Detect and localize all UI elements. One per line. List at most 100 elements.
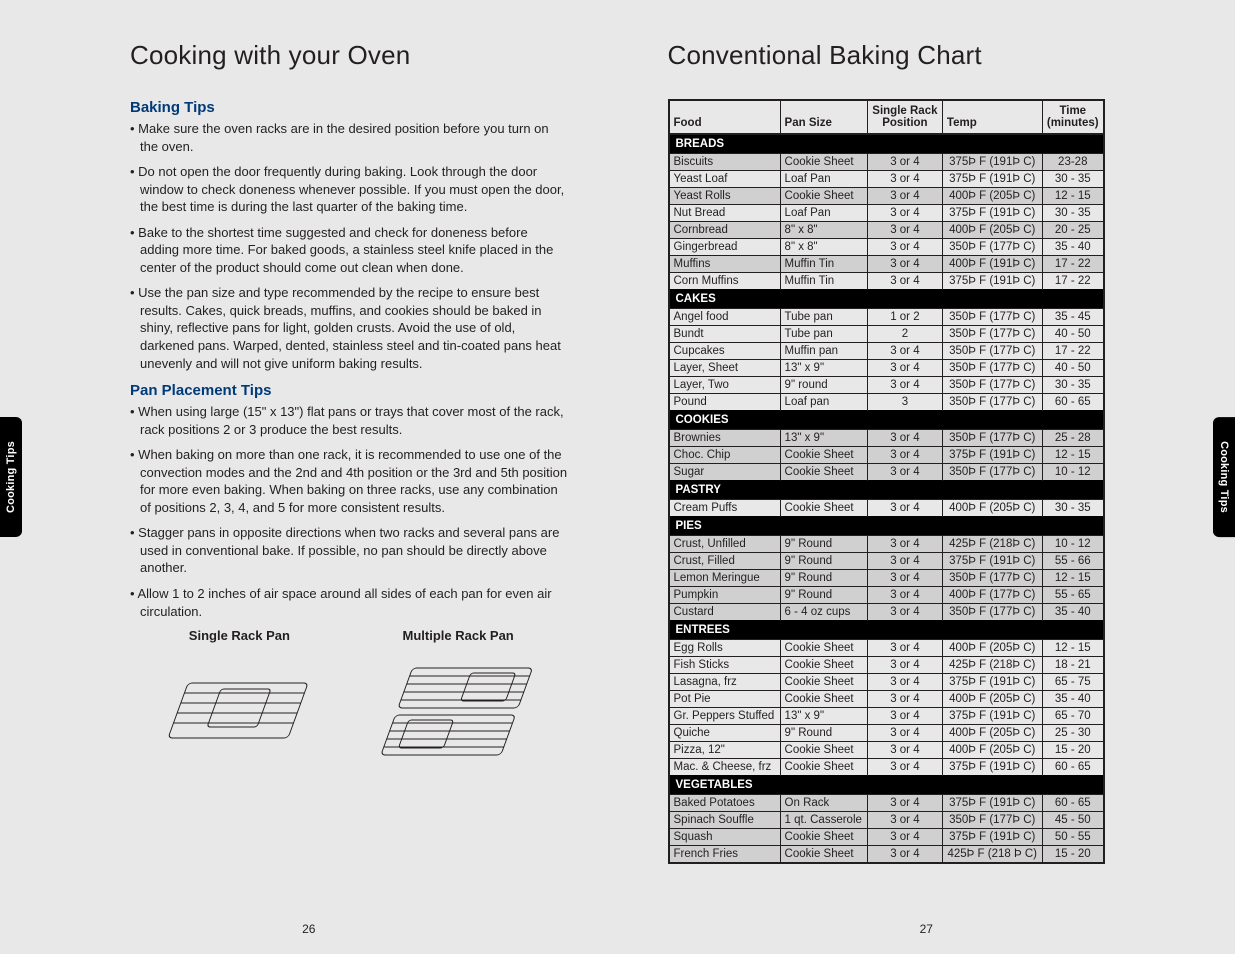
pan-placement-heading: Pan Placement Tips <box>130 382 568 399</box>
table-cell: 3 or 4 <box>867 812 942 829</box>
page-title-left: Cooking with your Oven <box>130 40 568 71</box>
table-cell: 35 - 40 <box>1042 604 1104 621</box>
table-cell: 25 - 30 <box>1042 725 1104 742</box>
table-cell: Pumpkin <box>669 587 781 604</box>
table-row: PoundLoaf pan3350Þ F (177Þ C)60 - 65 <box>669 394 1105 411</box>
table-cell: 50 - 55 <box>1042 829 1104 846</box>
page-left: Cooking with your Oven Baking Tips Make … <box>0 0 618 954</box>
table-cell: 40 - 50 <box>1042 360 1104 377</box>
table-cell: 8" x 8" <box>780 239 867 256</box>
table-cell: Corn Muffins <box>669 273 781 290</box>
illustration-row: Single Rack Pan Multiple Rack Pan <box>130 628 568 778</box>
table-cell: 12 - 15 <box>1042 640 1104 657</box>
table-cell: 3 or 4 <box>867 205 942 222</box>
table-header: Temp <box>942 100 1042 134</box>
table-cell: 9" Round <box>780 570 867 587</box>
table-cell: 3 or 4 <box>867 691 942 708</box>
table-header: Food <box>669 100 781 134</box>
table-header-row: FoodPan SizeSingle RackPositionTempTime(… <box>669 100 1105 134</box>
table-cell: 55 - 66 <box>1042 553 1104 570</box>
table-row: Pot PieCookie Sheet3 or 4400Þ F (205Þ C)… <box>669 691 1105 708</box>
table-cell: Cookie Sheet <box>780 657 867 674</box>
table-cell: 375Þ F (191Þ C) <box>942 273 1042 290</box>
table-cell: 60 - 65 <box>1042 759 1104 776</box>
table-row: SugarCookie Sheet3 or 4350Þ F (177Þ C)10… <box>669 464 1105 481</box>
page-number-left: 26 <box>0 922 618 936</box>
table-row: Brownies13" x 9"3 or 4350Þ F (177Þ C)25 … <box>669 430 1105 447</box>
table-section-row: ENTREES <box>669 621 1105 640</box>
table-row: Gr. Peppers Stuffed13" x 9"3 or 4375Þ F … <box>669 708 1105 725</box>
tip-item: Stagger pans in opposite directions when… <box>130 524 568 577</box>
table-cell: 30 - 35 <box>1042 205 1104 222</box>
table-cell: Yeast Rolls <box>669 188 781 205</box>
table-row: Custard6 - 4 oz cups3 or 4350Þ F (177Þ C… <box>669 604 1105 621</box>
table-cell: 3 or 4 <box>867 604 942 621</box>
table-cell: 375Þ F (191Þ C) <box>942 759 1042 776</box>
table-cell: 3 or 4 <box>867 829 942 846</box>
table-cell: Loaf Pan <box>780 171 867 188</box>
oven-rack-icon <box>159 653 319 773</box>
table-cell: Cookie Sheet <box>780 691 867 708</box>
table-cell: 23-28 <box>1042 154 1104 171</box>
table-cell: 3 or 4 <box>867 657 942 674</box>
table-cell: 350Þ F (177Þ C) <box>942 394 1042 411</box>
table-cell: 350Þ F (177Þ C) <box>942 377 1042 394</box>
table-row: CupcakesMuffin pan3 or 4350Þ F (177Þ C)1… <box>669 343 1105 360</box>
table-section-row: VEGETABLES <box>669 776 1105 795</box>
table-cell: 1 or 2 <box>867 309 942 326</box>
table-cell: Lemon Meringue <box>669 570 781 587</box>
table-cell: Layer, Two <box>669 377 781 394</box>
table-cell: 12 - 15 <box>1042 570 1104 587</box>
table-cell: 1 qt. Casserole <box>780 812 867 829</box>
table-cell: 3 or 4 <box>867 725 942 742</box>
table-cell: 3 or 4 <box>867 343 942 360</box>
table-cell: 3 <box>867 394 942 411</box>
table-cell: 35 - 40 <box>1042 239 1104 256</box>
table-cell: 3 or 4 <box>867 674 942 691</box>
table-cell: 350Þ F (177Þ C) <box>942 464 1042 481</box>
table-cell: 350Þ F (177Þ C) <box>942 360 1042 377</box>
table-cell: 3 or 4 <box>867 256 942 273</box>
table-cell: Biscuits <box>669 154 781 171</box>
table-cell: Cookie Sheet <box>780 640 867 657</box>
table-row: BiscuitsCookie Sheet3 or 4375Þ F (191Þ C… <box>669 154 1105 171</box>
table-row: Nut BreadLoaf Pan3 or 4375Þ F (191Þ C)30… <box>669 205 1105 222</box>
table-cell: 350Þ F (177Þ C) <box>942 343 1042 360</box>
table-cell: 350Þ F (177Þ C) <box>942 239 1042 256</box>
table-cell: 9" Round <box>780 587 867 604</box>
table-cell: 3 or 4 <box>867 447 942 464</box>
table-row: Layer, Sheet13" x 9"3 or 4350Þ F (177Þ C… <box>669 360 1105 377</box>
single-rack-label: Single Rack Pan <box>130 628 349 643</box>
table-cell: 15 - 20 <box>1042 742 1104 759</box>
table-cell: 3 or 4 <box>867 273 942 290</box>
table-row: MuffinsMuffin Tin3 or 4400Þ F (191Þ C)17… <box>669 256 1105 273</box>
tip-item: Use the pan size and type recommended by… <box>130 284 568 372</box>
table-cell: 9" Round <box>780 536 867 553</box>
table-cell: 400Þ F (205Þ C) <box>942 222 1042 239</box>
table-cell: 9" Round <box>780 725 867 742</box>
table-row: Gingerbread8" x 8"3 or 4350Þ F (177Þ C)3… <box>669 239 1105 256</box>
table-cell: Cookie Sheet <box>780 464 867 481</box>
table-cell: 17 - 22 <box>1042 343 1104 360</box>
table-cell: French Fries <box>669 846 781 864</box>
table-cell: Crust, Unfilled <box>669 536 781 553</box>
table-cell: 375Þ F (191Þ C) <box>942 447 1042 464</box>
table-cell: 350Þ F (177Þ C) <box>942 326 1042 343</box>
table-row: Crust, Filled9" Round3 or 4375Þ F (191Þ … <box>669 553 1105 570</box>
table-row: Choc. ChipCookie Sheet3 or 4375Þ F (191Þ… <box>669 447 1105 464</box>
table-cell: Squash <box>669 829 781 846</box>
table-row: BundtTube pan2350Þ F (177Þ C)40 - 50 <box>669 326 1105 343</box>
table-cell: 375Þ F (191Þ C) <box>942 795 1042 812</box>
table-cell: 60 - 65 <box>1042 795 1104 812</box>
table-cell: 375Þ F (191Þ C) <box>942 154 1042 171</box>
multi-rack-label: Multiple Rack Pan <box>349 628 568 643</box>
table-cell: 9" Round <box>780 553 867 570</box>
table-cell: 30 - 35 <box>1042 500 1104 517</box>
table-cell: 350Þ F (177Þ C) <box>942 430 1042 447</box>
table-cell: Gr. Peppers Stuffed <box>669 708 781 725</box>
table-cell: Pot Pie <box>669 691 781 708</box>
table-row: Yeast RollsCookie Sheet3 or 4400Þ F (205… <box>669 188 1105 205</box>
table-cell: 400Þ F (205Þ C) <box>942 640 1042 657</box>
single-rack-illus: Single Rack Pan <box>130 628 349 778</box>
table-cell: Muffin Tin <box>780 273 867 290</box>
